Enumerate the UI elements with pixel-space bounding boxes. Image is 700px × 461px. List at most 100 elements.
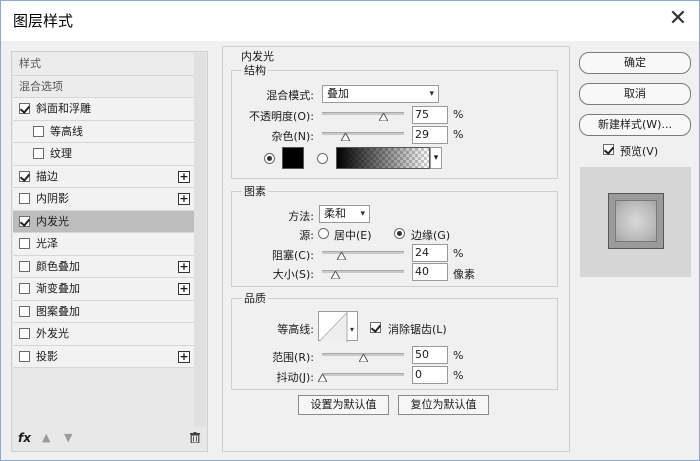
style-item[interactable]: 图案叠加 bbox=[13, 300, 194, 323]
quality-label: 品质 bbox=[242, 290, 268, 306]
source-center-label[interactable]: 居中(E) bbox=[334, 227, 372, 243]
noise-input[interactable]: 29 bbox=[412, 126, 448, 144]
source-center-radio[interactable] bbox=[318, 228, 329, 239]
method-value: 柔和 bbox=[324, 207, 346, 220]
style-item-checkbox[interactable] bbox=[33, 125, 44, 137]
style-item[interactable]: 投影 + bbox=[13, 345, 194, 368]
choke-slider-thumb[interactable] bbox=[337, 252, 347, 260]
style-item[interactable]: 斜面和浮雕 bbox=[13, 98, 194, 121]
svg-text:▾: ▾ bbox=[350, 325, 354, 334]
preview-label[interactable]: 预览(V) bbox=[620, 143, 658, 159]
size-slider-thumb[interactable] bbox=[330, 271, 340, 279]
add-style-instance-icon[interactable]: + bbox=[178, 193, 190, 205]
style-item-label: 渐变叠加 bbox=[36, 282, 80, 295]
styles-list-panel: 样式 混合选项 斜面和浮雕 等高线 纹理 描边 + 内阴影 + 内发光 光泽 颜色叠加 + 渐变叠加 +… bbox=[11, 51, 208, 452]
style-item[interactable]: 描边 + bbox=[13, 165, 194, 188]
reset-default-button[interactable]: 复位为默认值 bbox=[398, 395, 489, 415]
antialias-label[interactable]: 消除锯齿(L) bbox=[388, 321, 447, 337]
fx-button[interactable]: fx bbox=[18, 431, 31, 445]
style-item[interactable]: 光泽 bbox=[13, 233, 194, 256]
opacity-slider-thumb[interactable] bbox=[379, 113, 388, 121]
style-item-checkbox[interactable] bbox=[19, 170, 30, 182]
glow-color-swatch[interactable] bbox=[282, 147, 304, 169]
style-item-checkbox[interactable] bbox=[19, 193, 30, 204]
style-item-checkbox[interactable] bbox=[19, 350, 30, 362]
style-item-label: 等高线 bbox=[50, 124, 83, 138]
contour-curve-icon: ▾ bbox=[319, 312, 354, 342]
noise-slider-thumb[interactable] bbox=[341, 133, 351, 141]
style-item-checkbox[interactable] bbox=[33, 148, 44, 159]
jitter-label: 抖动(J): bbox=[276, 371, 314, 384]
add-style-instance-icon[interactable]: + bbox=[178, 260, 190, 273]
preview-thumbnail-inner bbox=[615, 200, 657, 242]
range-slider-thumb[interactable] bbox=[358, 354, 368, 362]
add-style-instance-icon[interactable]: + bbox=[178, 170, 190, 183]
preview-thumbnail bbox=[608, 193, 664, 249]
style-item-checkbox[interactable] bbox=[19, 103, 30, 114]
style-item[interactable]: 内发光 bbox=[13, 210, 194, 233]
range-unit: % bbox=[453, 349, 464, 362]
style-item-label: 外发光 bbox=[36, 327, 69, 340]
noise-slider[interactable] bbox=[322, 132, 404, 135]
ok-button[interactable]: 确定 bbox=[579, 52, 691, 74]
style-item-checkbox[interactable] bbox=[19, 215, 30, 227]
choke-input[interactable]: 24 bbox=[412, 244, 448, 262]
blending-options-item[interactable]: 混合选项 bbox=[13, 75, 194, 98]
style-item[interactable]: 等高线 bbox=[13, 120, 194, 143]
style-item[interactable]: 颜色叠加 + bbox=[13, 255, 194, 278]
style-item-checkbox[interactable] bbox=[19, 305, 30, 317]
layer-style-dialog: 图层样式 ✕ 样式 混合选项 斜面和浮雕 等高线 纹理 描边 + 内阴影 + 内发光 光泽 颜色叠… bbox=[0, 0, 700, 461]
style-item[interactable]: 内阴影 + bbox=[13, 188, 194, 211]
jitter-input[interactable]: 0 bbox=[412, 366, 448, 384]
blend-mode-select[interactable]: 叠加 ▾ bbox=[322, 85, 439, 103]
gradient-radio[interactable] bbox=[317, 153, 328, 164]
jitter-slider-thumb[interactable] bbox=[317, 374, 327, 382]
title-bar: 图层样式 ✕ bbox=[1, 1, 699, 41]
arrow-up-icon[interactable]: ▲ bbox=[42, 431, 50, 444]
opacity-unit: % bbox=[453, 108, 464, 121]
style-item-label: 纹理 bbox=[50, 147, 72, 160]
source-edge-label[interactable]: 边缘(G) bbox=[411, 227, 450, 243]
style-preview bbox=[580, 167, 691, 277]
method-select[interactable]: 柔和 ▾ bbox=[319, 205, 370, 223]
style-item-label: 描边 bbox=[36, 169, 58, 183]
preview-checkbox[interactable] bbox=[603, 144, 614, 155]
style-item[interactable]: 渐变叠加 + bbox=[13, 278, 194, 301]
opacity-input[interactable]: 75 bbox=[412, 106, 448, 124]
chevron-down-icon[interactable]: ▾ bbox=[430, 147, 442, 169]
choke-slider[interactable] bbox=[322, 251, 404, 254]
set-default-button[interactable]: 设置为默认值 bbox=[298, 395, 389, 415]
solid-color-radio[interactable] bbox=[264, 153, 275, 164]
noise-unit: % bbox=[453, 128, 464, 141]
contour-picker[interactable]: ▾ bbox=[318, 311, 358, 342]
glow-gradient-swatch[interactable] bbox=[336, 147, 430, 169]
style-item[interactable]: 外发光 bbox=[13, 323, 194, 346]
style-item-checkbox[interactable] bbox=[19, 260, 30, 272]
arrow-down-icon[interactable]: ▼ bbox=[64, 431, 72, 444]
elements-label: 图素 bbox=[242, 183, 268, 199]
style-item[interactable]: 纹理 bbox=[13, 143, 194, 166]
add-style-instance-icon[interactable]: + bbox=[178, 350, 190, 363]
jitter-slider[interactable] bbox=[322, 373, 404, 376]
styles-header[interactable]: 样式 bbox=[13, 53, 194, 76]
trash-icon[interactable] bbox=[190, 432, 200, 443]
range-input[interactable]: 50 bbox=[412, 346, 448, 364]
styles-list: 样式 混合选项 斜面和浮雕 等高线 纹理 描边 + 内阴影 + 内发光 光泽 颜色叠加 + 渐变叠加 +… bbox=[13, 53, 194, 368]
styles-list-scrollbar[interactable] bbox=[194, 53, 206, 428]
add-style-instance-icon[interactable]: + bbox=[178, 283, 190, 295]
close-icon[interactable]: ✕ bbox=[667, 8, 689, 31]
style-item-checkbox[interactable] bbox=[19, 238, 30, 249]
chevron-down-icon: ▾ bbox=[360, 209, 365, 219]
source-edge-radio[interactable] bbox=[394, 228, 405, 239]
style-item-checkbox[interactable] bbox=[19, 328, 30, 339]
structure-label: 结构 bbox=[242, 62, 268, 78]
size-input[interactable]: 40 bbox=[412, 263, 448, 281]
cancel-button[interactable]: 取消 bbox=[579, 83, 691, 105]
antialias-checkbox[interactable] bbox=[370, 322, 381, 333]
method-label: 方法: bbox=[288, 210, 314, 223]
opacity-slider[interactable] bbox=[322, 112, 404, 115]
style-item-checkbox[interactable] bbox=[19, 283, 30, 294]
new-style-button[interactable]: 新建样式(W)... bbox=[579, 114, 691, 136]
jitter-unit: % bbox=[453, 369, 464, 382]
opacity-label: 不透明度(O): bbox=[249, 110, 314, 123]
